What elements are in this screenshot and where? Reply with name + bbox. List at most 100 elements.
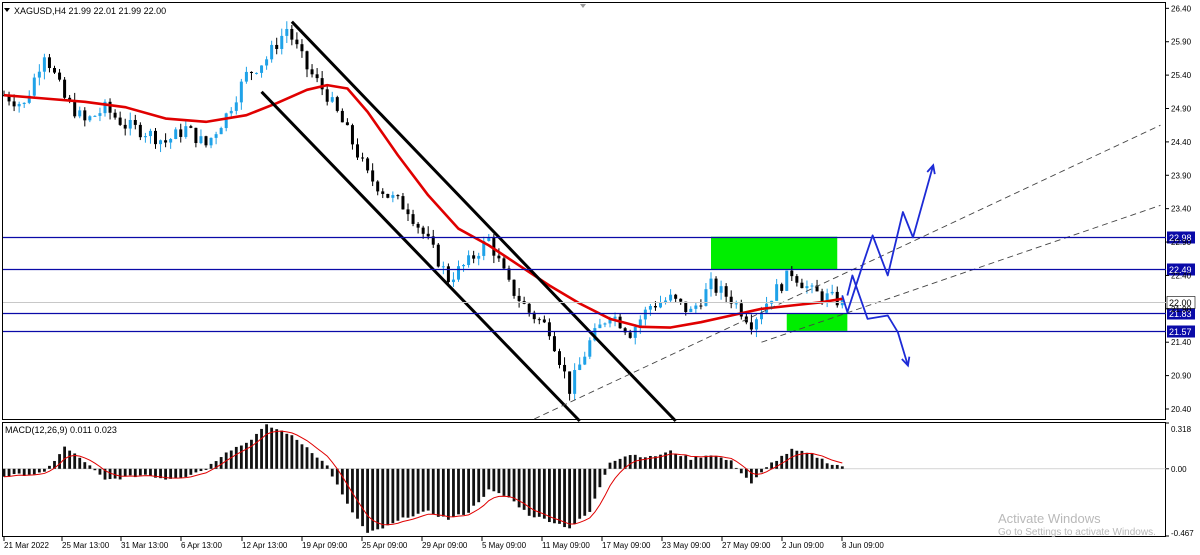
macd-bar — [255, 433, 258, 469]
candle — [709, 272, 713, 297]
candle — [305, 50, 309, 78]
candle-body — [674, 294, 678, 299]
y-tick-label: 24.90 — [1171, 105, 1192, 114]
candle — [462, 263, 466, 272]
macd-bar — [457, 468, 460, 515]
candle — [416, 222, 420, 234]
candle — [386, 193, 390, 199]
symbol-header: XAGUSD,H4 21.99 22.01 21.99 22.00 — [14, 6, 166, 16]
candle-body — [795, 276, 799, 283]
candle — [441, 261, 445, 275]
candle-body — [694, 305, 698, 309]
y-tick-label: 23.40 — [1171, 205, 1192, 214]
candle-body — [325, 89, 329, 102]
candle — [295, 32, 299, 49]
candle — [522, 296, 526, 305]
candle — [467, 250, 471, 268]
x-tick-label: 5 May 09:00 — [482, 541, 527, 550]
candle-body — [648, 306, 652, 310]
candle-body — [350, 125, 354, 145]
candle — [78, 106, 82, 119]
macd-bar — [12, 468, 16, 475]
macd-bar — [462, 468, 465, 515]
candle — [113, 109, 117, 120]
candle-body — [265, 59, 269, 66]
candle-body — [386, 193, 390, 198]
macd-bar — [17, 468, 21, 474]
candle — [563, 357, 567, 379]
candle-body — [361, 157, 365, 159]
macd-bar — [694, 456, 698, 469]
candle-body — [345, 122, 349, 126]
candle — [265, 56, 269, 70]
candle-body — [118, 117, 122, 125]
trend-line-3[interactable] — [761, 204, 1161, 343]
macd-bar — [628, 455, 632, 469]
macd-tick-label: 0.00 — [1171, 465, 1187, 474]
trend-line-2[interactable] — [534, 124, 1161, 420]
candle — [17, 101, 21, 113]
macd-bar — [502, 468, 506, 496]
x-tick-label: 29 Apr 09:00 — [422, 541, 468, 550]
macd-bar — [815, 457, 819, 469]
candle-body — [492, 237, 496, 256]
macd-bar — [361, 468, 364, 527]
candle-body — [214, 134, 218, 138]
candle — [558, 348, 561, 369]
macd-bar — [356, 468, 359, 519]
activate-windows-watermark: Activate Windows Go to Settings to activ… — [998, 511, 1156, 538]
candle — [63, 77, 67, 100]
candle — [98, 107, 102, 122]
macd-bar — [32, 468, 36, 475]
candle — [58, 69, 62, 82]
candle-body — [628, 332, 632, 338]
candle — [345, 118, 349, 126]
trend-line-1[interactable] — [260, 90, 581, 423]
macd-bar — [406, 468, 410, 518]
macd-bar — [138, 468, 142, 476]
macd-bar — [679, 456, 683, 469]
symbol-header-triangle — [4, 8, 10, 12]
candle — [350, 123, 354, 150]
candle-body — [371, 170, 375, 182]
macd-bar — [189, 468, 193, 475]
candle-body — [558, 351, 561, 365]
macd-bar — [229, 450, 233, 469]
candle-body — [507, 268, 511, 280]
candle-body — [290, 28, 294, 40]
y-tick-label: 22.90 — [1171, 238, 1192, 247]
macd-bar — [295, 439, 299, 469]
macd-bar — [537, 468, 541, 517]
trend-line-0[interactable] — [290, 20, 677, 423]
candle — [325, 86, 329, 106]
candle-body — [47, 57, 51, 68]
macd-bar — [421, 468, 425, 512]
macd-bar — [381, 468, 385, 529]
candle-body — [633, 326, 637, 338]
macd-bar — [250, 439, 253, 469]
candle-body — [295, 39, 299, 45]
macd-bar — [184, 468, 188, 477]
x-tick-label: 6 Apr 13:00 — [181, 541, 222, 550]
candle-body — [588, 340, 592, 357]
macd-bar — [199, 468, 203, 472]
macd-bar — [608, 462, 612, 469]
candle-body — [356, 144, 359, 158]
candle-body — [754, 319, 758, 330]
candle-body — [174, 129, 178, 140]
candle-body — [689, 308, 693, 312]
candle — [679, 298, 683, 305]
macd-bar — [179, 468, 183, 478]
candle-body — [63, 79, 67, 98]
macd-bar — [401, 468, 405, 518]
candle-body — [542, 319, 546, 323]
candle-body — [547, 322, 551, 337]
projection-path-1[interactable] — [846, 274, 909, 366]
macd-bar — [835, 464, 839, 469]
macd-bar — [830, 464, 834, 469]
candle-body — [527, 303, 531, 313]
candle-body — [88, 116, 92, 121]
candle — [83, 107, 87, 127]
candle-body — [315, 74, 319, 79]
scroll-marker[interactable] — [580, 4, 586, 8]
